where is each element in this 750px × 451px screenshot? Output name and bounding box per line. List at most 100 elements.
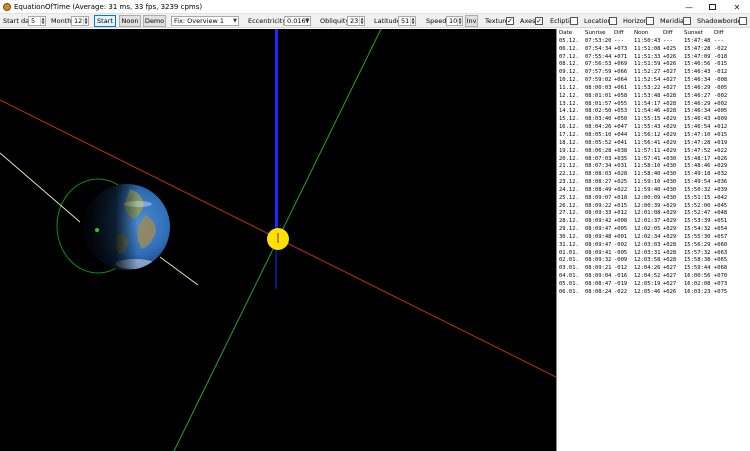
cell-date: 28.12. [559, 218, 579, 225]
cell-sunrise-diff: +031 [614, 163, 628, 170]
column-header-sunrise: Sunrise [585, 30, 606, 36]
cell-noon: 11:56:41 [634, 139, 661, 146]
axes-label: Axes [520, 17, 536, 25]
column-header-diff: Diff [614, 30, 624, 36]
cell-noon: 11:57:11 [634, 147, 661, 154]
table-row: 08.12. 07:56:53 +069 11:51:59 +026 15:46:56 -0… [559, 61, 736, 69]
start-day-spinner[interactable]: 5 ▲ ▼ [28, 16, 46, 26]
cell-sunset: 15:50:32 [684, 186, 711, 193]
cell-sunset: 15:47:10 [684, 131, 711, 138]
cell-noon-diff: +027 [663, 69, 677, 76]
axes-checkbox[interactable]: ✓ [535, 17, 543, 25]
sun-times-table-pane[interactable]: Date Sunrise Diff Noon Diff Sunset Diff … [556, 29, 750, 451]
cell-noon: 11:58:40 [634, 171, 661, 178]
blue-axis-bar [275, 29, 278, 239]
cell-sunset-diff: +063 [714, 249, 728, 256]
cell-sunrise: 08:08:03 [585, 171, 612, 178]
cell-sunset: 15:55:30 [684, 233, 711, 240]
cell-sunrise: 08:08:24 [585, 288, 612, 295]
table-row: 20.12. 08:07:03 +035 11:57:41 +030 15:48:17 +0… [559, 156, 736, 164]
cell-sunset: 15:47:48 [684, 37, 711, 44]
cell-date: 11.12. [559, 84, 579, 91]
minimize-button[interactable]: — [678, 0, 700, 14]
cell-sunrise-diff: +041 [614, 139, 628, 146]
spinner-arrows-icon[interactable]: ▲ ▼ [83, 17, 88, 25]
close-button[interactable]: ✕ [726, 0, 748, 14]
spinner-arrows-icon[interactable]: ▲ ▼ [40, 17, 45, 25]
cell-noon-diff: +028 [663, 108, 677, 115]
cell-sunrise: 08:06:28 [585, 147, 612, 154]
orbit-marker-dot [95, 228, 99, 232]
table-row: 02.01. 08:09:32 -009 12:03:58 +028 15:58:38 +0… [559, 257, 736, 265]
cell-noon-diff: +028 [663, 257, 677, 264]
cell-noon: 12:04:52 [634, 273, 661, 280]
inv-button[interactable]: Inv [465, 15, 478, 27]
meridian-checkbox[interactable] [683, 17, 691, 25]
cell-sunset: 15:57:32 [684, 249, 711, 256]
horizon-checkbox[interactable] [646, 17, 654, 25]
table-row: 31.12. 08:09:47 -002 12:03:03 +028 15:56:29 +0… [559, 242, 736, 250]
cell-sunrise: 08:09:04 [585, 273, 612, 280]
cell-date: 03.01. [559, 265, 579, 272]
cell-noon: 12:03:58 [634, 257, 661, 264]
cell-sunrise: 08:07:03 [585, 155, 612, 162]
table-row: 28.12. 08:09:42 +008 12:01:37 +029 15:53:39 +0… [559, 218, 736, 226]
cell-noon-diff: +027 [663, 281, 677, 287]
ecliptic-checkbox[interactable] [570, 17, 578, 25]
cell-noon-diff: +030 [663, 155, 677, 162]
cell-sunset-diff: +002 [714, 100, 728, 107]
table-row: 15.12. 08:03:40 +050 11:55:15 +029 15:46:43 +0… [559, 116, 736, 124]
cell-noon: 11:51:08 [634, 45, 661, 52]
obliquity-spinner[interactable]: 23 ▲ ▼ [347, 16, 365, 26]
3d-scene-viewport[interactable] [0, 29, 556, 451]
cell-sunrise-diff: +055 [614, 100, 628, 107]
cell-sunrise: 08:07:34 [585, 163, 612, 170]
cell-date: 20.12. [559, 155, 579, 162]
cell-sunrise-diff: -012 [614, 265, 628, 272]
cell-sunrise: 07:54:34 [585, 45, 612, 52]
cell-noon-diff: +027 [663, 265, 677, 272]
texture-checkbox[interactable]: ✓ [506, 17, 514, 25]
column-header-date: Date [559, 30, 573, 36]
spinner-arrows-icon[interactable]: ▲ ▼ [410, 17, 415, 25]
noon-button[interactable]: Noon [119, 15, 141, 27]
cell-sunrise-diff: --- [614, 37, 624, 44]
start-button[interactable]: Start [94, 15, 116, 27]
cell-sunrise: 08:09:47 [585, 241, 612, 248]
shadowborder-checkbox[interactable] [739, 17, 747, 25]
cell-date: 09.12. [559, 69, 579, 76]
cell-noon-diff: +027 [663, 273, 677, 280]
table-row: 16.12. 08:04:26 +047 11:55:43 +029 15:46:54 +0… [559, 124, 736, 132]
cell-date: 22.12. [559, 171, 579, 178]
table-row: 11.12. 08:00:03 +061 11:53:22 +027 15:46:29 -0… [559, 85, 736, 93]
table-row: 05.01. 08:08:47 -019 12:05:19 +027 16:02:08 +0… [559, 281, 736, 289]
view-select[interactable]: Fix: Overview 1 ▼ [171, 16, 239, 26]
cell-date: 31.12. [559, 241, 579, 248]
cell-sunrise: 08:05:52 [585, 139, 612, 146]
eccentricity-select[interactable]: 0.0167 ▼ [284, 16, 311, 26]
window-title: EquationOfTime (Average: 31 ms, 33 fps, … [14, 3, 203, 11]
cell-noon-diff: +026 [663, 61, 677, 68]
cell-sunrise-diff: +012 [614, 210, 628, 217]
maximize-button[interactable] [701, 0, 723, 14]
demo-button[interactable]: Demo [143, 15, 166, 27]
cell-sunset: 15:49:18 [684, 171, 711, 178]
spinner-arrows-icon[interactable]: ▲ ▼ [359, 17, 364, 25]
speed-spinner[interactable]: 10 ▲ ▼ [446, 16, 463, 26]
table-header-row: Date Sunrise Diff Noon Diff Sunset Diff [559, 30, 736, 38]
cell-noon: 12:01:37 [634, 218, 661, 225]
chevron-down-icon: ▼ [305, 18, 309, 24]
latitude-spinner[interactable]: 51 ▲ ▼ [398, 16, 416, 26]
table-row: 24.12. 08:08:49 +022 11:59:40 +030 15:50:32 +0… [559, 187, 736, 195]
cell-sunset-diff: +070 [714, 273, 728, 280]
spinner-arrows-icon[interactable]: ▲ ▼ [457, 17, 462, 25]
cell-noon-diff: +030 [663, 171, 677, 178]
cell-sunrise-diff: -016 [614, 273, 628, 280]
cell-sunrise-diff: +050 [614, 116, 628, 123]
month-spinner[interactable]: 12 ▲ ▼ [71, 16, 89, 26]
cell-sunrise: 08:09:33 [585, 210, 612, 217]
cell-date: 13.12. [559, 100, 579, 107]
cell-noon-diff: +026 [663, 53, 677, 60]
location-checkbox[interactable] [609, 17, 617, 25]
chevron-down-icon: ▼ [233, 18, 237, 24]
